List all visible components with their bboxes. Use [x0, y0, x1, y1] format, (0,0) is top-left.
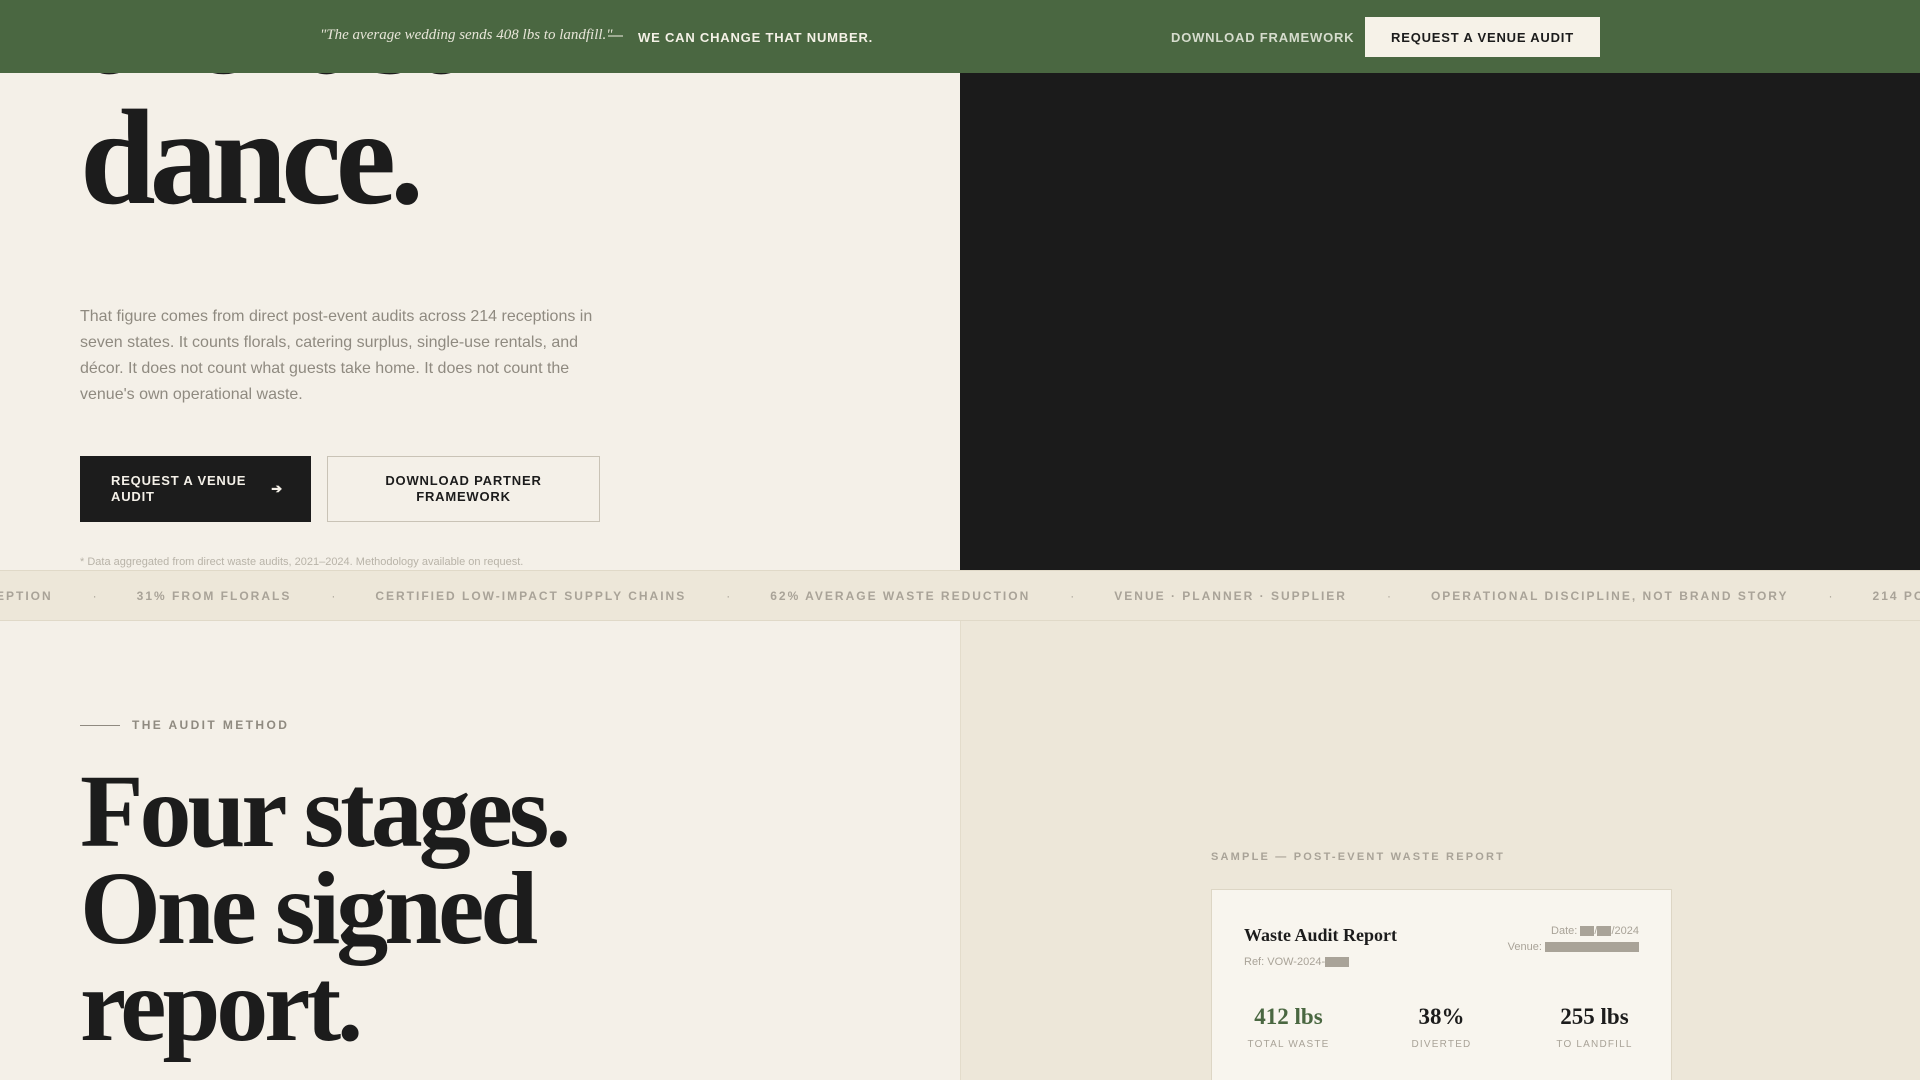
report-stat-label: TOTAL WASTE — [1247, 1039, 1330, 1050]
report-stat: 38% DIVERTED — [1365, 1004, 1518, 1050]
section-eyebrow: THE AUDIT METHOD — [80, 718, 289, 732]
hero-image-panel — [960, 73, 1920, 570]
landfill-quote: "The average wedding sends 408 lbs to la… — [320, 27, 613, 43]
redacted-ref-block — [1325, 957, 1350, 968]
data-footnote: * Data aggregated from direct waste audi… — [80, 556, 524, 568]
ticker-separator: · — [726, 589, 731, 603]
ticker-item: 62% AVERAGE WASTE REDUCTION — [770, 589, 1031, 603]
change-number-text: WE CAN CHANGE THAT NUMBER. — [638, 30, 874, 45]
report-date-prefix: Date: — [1551, 925, 1578, 937]
ticker-item: 31% FROM FLORALS — [136, 589, 292, 603]
report-ref-prefix: Ref: VOW-2024- — [1244, 956, 1326, 968]
sample-report-label: SAMPLE — POST-EVENT WASTE REPORT — [1211, 851, 1506, 863]
report-venue: Venue: — [1508, 939, 1639, 955]
section-title-line-3: report. — [80, 948, 363, 1063]
quote-dash: — — [608, 27, 623, 44]
ticker-separator: · — [1386, 589, 1391, 603]
report-stat-value: 412 lbs — [1254, 1004, 1323, 1029]
ticker-separator: · — [92, 589, 97, 603]
report-stat-value: 255 lbs — [1560, 1004, 1629, 1029]
ticker-item: CERTIFIED LOW-IMPACT SUPPLY CHAINS — [375, 589, 687, 603]
ticker-item: EPTION — [0, 589, 53, 603]
report-stat-value: 38% — [1418, 1004, 1465, 1029]
ticker-separator: · — [1070, 589, 1075, 603]
section-title: Four stages. One signed report. — [80, 754, 571, 1063]
ticker-item: 214 POST-EVE — [1872, 589, 1920, 603]
ticker-track: EPTION · 31% FROM FLORALS · CERTIFIED LOW-IM… — [0, 589, 1920, 603]
redacted-venue-block — [1545, 942, 1639, 953]
hero-description: That figure comes from direct post-event… — [80, 308, 593, 403]
report-stat: 412 lbs TOTAL WASTE — [1212, 1004, 1365, 1050]
ticker-separator: · — [331, 589, 336, 603]
hero-section: the last dance. That figure comes from d… — [0, 73, 960, 570]
eyebrow-divider — [80, 724, 120, 726]
stats-ticker: EPTION · 31% FROM FLORALS · CERTIFIED LOW-IM… — [0, 570, 1920, 621]
redacted-day-block — [1580, 926, 1595, 937]
request-venue-audit-button[interactable]: REQUEST A VENUE AUDIT — [1365, 17, 1600, 57]
hero-title-line-2: dance. — [80, 83, 424, 233]
ticker-item: OPERATIONAL DISCIPLINE, NOT BRAND STORY — [1430, 589, 1789, 603]
eyebrow-label: THE AUDIT METHOD — [132, 718, 290, 732]
report-stat-label: TO LANDFILL — [1556, 1039, 1633, 1050]
report-stat: 255 lbs TO LANDFILL — [1518, 1004, 1671, 1050]
download-framework-link[interactable]: DOWNLOAD FRAMEWORK — [1171, 30, 1354, 45]
sample-report-panel: SAMPLE — POST-EVENT WASTE REPORT Waste A… — [960, 621, 1920, 1080]
report-date-suffix: /2024 — [1611, 925, 1639, 937]
report-stats: 412 lbs TOTAL WASTE 38% DIVERTED 255 lbs TO L… — [1212, 1004, 1671, 1050]
report-venue-prefix: Venue: — [1507, 941, 1542, 953]
download-partner-framework-label: DOWNLOAD PARTNER FRAMEWORK — [385, 473, 542, 504]
report-reference: Ref: VOW-2024- — [1244, 956, 1350, 968]
audit-method-section: THE AUDIT METHOD Four stages. One signed… — [0, 621, 960, 1080]
hero-title: the last dance. — [80, 73, 457, 233]
announcement-bar: "The average wedding sends 408 lbs to la… — [0, 0, 1920, 73]
arrow-right-icon: ➔ — [271, 481, 283, 496]
report-date: Date: //2024 — [1551, 925, 1639, 937]
report-stat-label: DIVERTED — [1411, 1039, 1472, 1050]
ticker-item: VENUE · PLANNER · SUPPLIER — [1114, 589, 1347, 603]
section-title-line-1: Four stages. — [80, 754, 571, 869]
redacted-month-block — [1597, 926, 1612, 937]
ticker-separator: · — [1828, 589, 1833, 603]
section-title-line-2: One signed — [80, 851, 538, 966]
report-meta: Date: //2024 Venue: — [1508, 923, 1639, 955]
hero-request-audit-button[interactable]: REQUEST A VENUE AUDIT ➔ — [80, 456, 311, 522]
download-partner-framework-button[interactable]: DOWNLOAD PARTNER FRAMEWORK — [327, 456, 600, 522]
waste-report-card: Waste Audit Report Ref: VOW-2024- Date: … — [1211, 889, 1672, 1080]
report-title: Waste Audit Report — [1244, 925, 1397, 945]
hero-request-audit-label: REQUEST A VENUE AUDIT — [111, 473, 247, 504]
